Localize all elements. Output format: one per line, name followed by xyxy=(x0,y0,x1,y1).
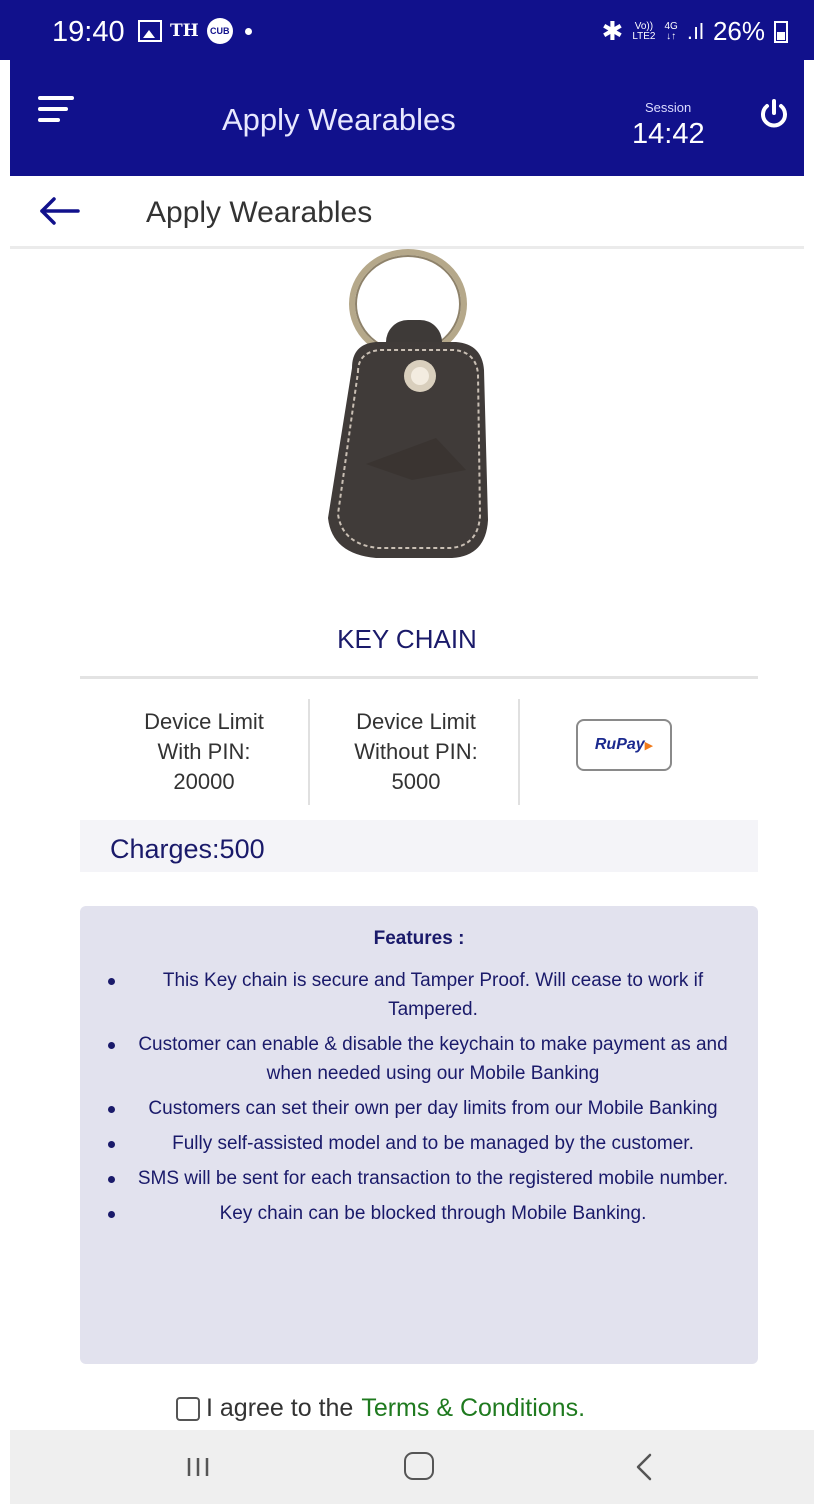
recent-apps-icon[interactable] xyxy=(186,1456,210,1478)
features-title: Features : xyxy=(373,928,465,949)
terms-agreement: I agree to the Terms & Conditions. xyxy=(176,1394,585,1423)
th-app-icon: TH xyxy=(170,21,199,41)
list-item: Customers can set their own per day limi… xyxy=(80,1094,758,1123)
system-nav-bar xyxy=(10,1430,814,1504)
bluetooth-icon: ✱ xyxy=(601,16,624,46)
list-item: Customer can enable & disable the keycha… xyxy=(80,1030,758,1088)
status-bar: 19:40 TH CUB ✱ Vo)) LTE2 4G ↓↑ .ıl 26% xyxy=(0,0,814,60)
list-item: SMS will be sent for each transaction to… xyxy=(80,1164,758,1193)
features-list: This Key chain is secure and Tamper Proo… xyxy=(80,966,758,1234)
list-item: Key chain can be blocked through Mobile … xyxy=(80,1199,758,1228)
system-icons: ✱ Vo)) LTE2 4G ↓↑ .ıl 26% xyxy=(602,16,788,47)
list-item: This Key chain is secure and Tamper Proo… xyxy=(80,966,758,1024)
battery-icon xyxy=(774,20,788,43)
session-timer: 14:42 xyxy=(632,118,705,150)
gallery-icon xyxy=(138,20,162,42)
session-label: Session xyxy=(645,100,692,115)
battery-percent: 26% xyxy=(712,16,765,46)
back-arrow-icon[interactable] xyxy=(36,194,82,228)
keychain-image xyxy=(328,249,488,558)
limit-with-pin: Device Limit With PIN: 20000 xyxy=(144,709,264,794)
page-title: Apply Wearables xyxy=(146,196,373,229)
cub-app-icon: CUB xyxy=(206,18,233,44)
terms-checkbox[interactable] xyxy=(176,1396,200,1421)
charges-row: Charges:500 xyxy=(80,820,758,872)
sub-header: Apply Wearables xyxy=(10,176,804,249)
charges-text: Charges:500 xyxy=(110,834,265,864)
back-nav-icon[interactable] xyxy=(634,1452,654,1482)
4g-icon: 4G ↓↑ xyxy=(664,20,678,42)
signal-icon: .ıl xyxy=(686,18,704,44)
menu-icon[interactable] xyxy=(38,96,74,126)
notification-icons: TH CUB xyxy=(138,18,252,44)
rupay-logo: RuPay▶ xyxy=(576,719,672,771)
app-bar: Apply Wearables Session 14:42 xyxy=(10,60,804,176)
device-limits: Device Limit With PIN: 20000 Device Limi… xyxy=(80,676,758,824)
home-icon[interactable] xyxy=(404,1452,434,1480)
divider xyxy=(518,699,520,805)
power-icon[interactable] xyxy=(758,98,790,130)
agree-text: I agree to the xyxy=(206,1394,354,1422)
limit-without-pin: Device Limit Without PIN: 5000 xyxy=(354,709,478,794)
product-name: KEY CHAIN xyxy=(337,624,477,654)
volte-icon: Vo)) LTE2 xyxy=(632,20,656,42)
features-panel: Features : This Key chain is secure and … xyxy=(80,906,758,1364)
app-title: Apply Wearables xyxy=(222,102,456,137)
list-item: Fully self-assisted model and to be mana… xyxy=(80,1129,758,1158)
status-time: 19:40 xyxy=(52,16,125,48)
divider xyxy=(308,699,310,805)
terms-link[interactable]: Terms & Conditions. xyxy=(361,1394,585,1423)
more-notifications-icon xyxy=(244,27,252,35)
